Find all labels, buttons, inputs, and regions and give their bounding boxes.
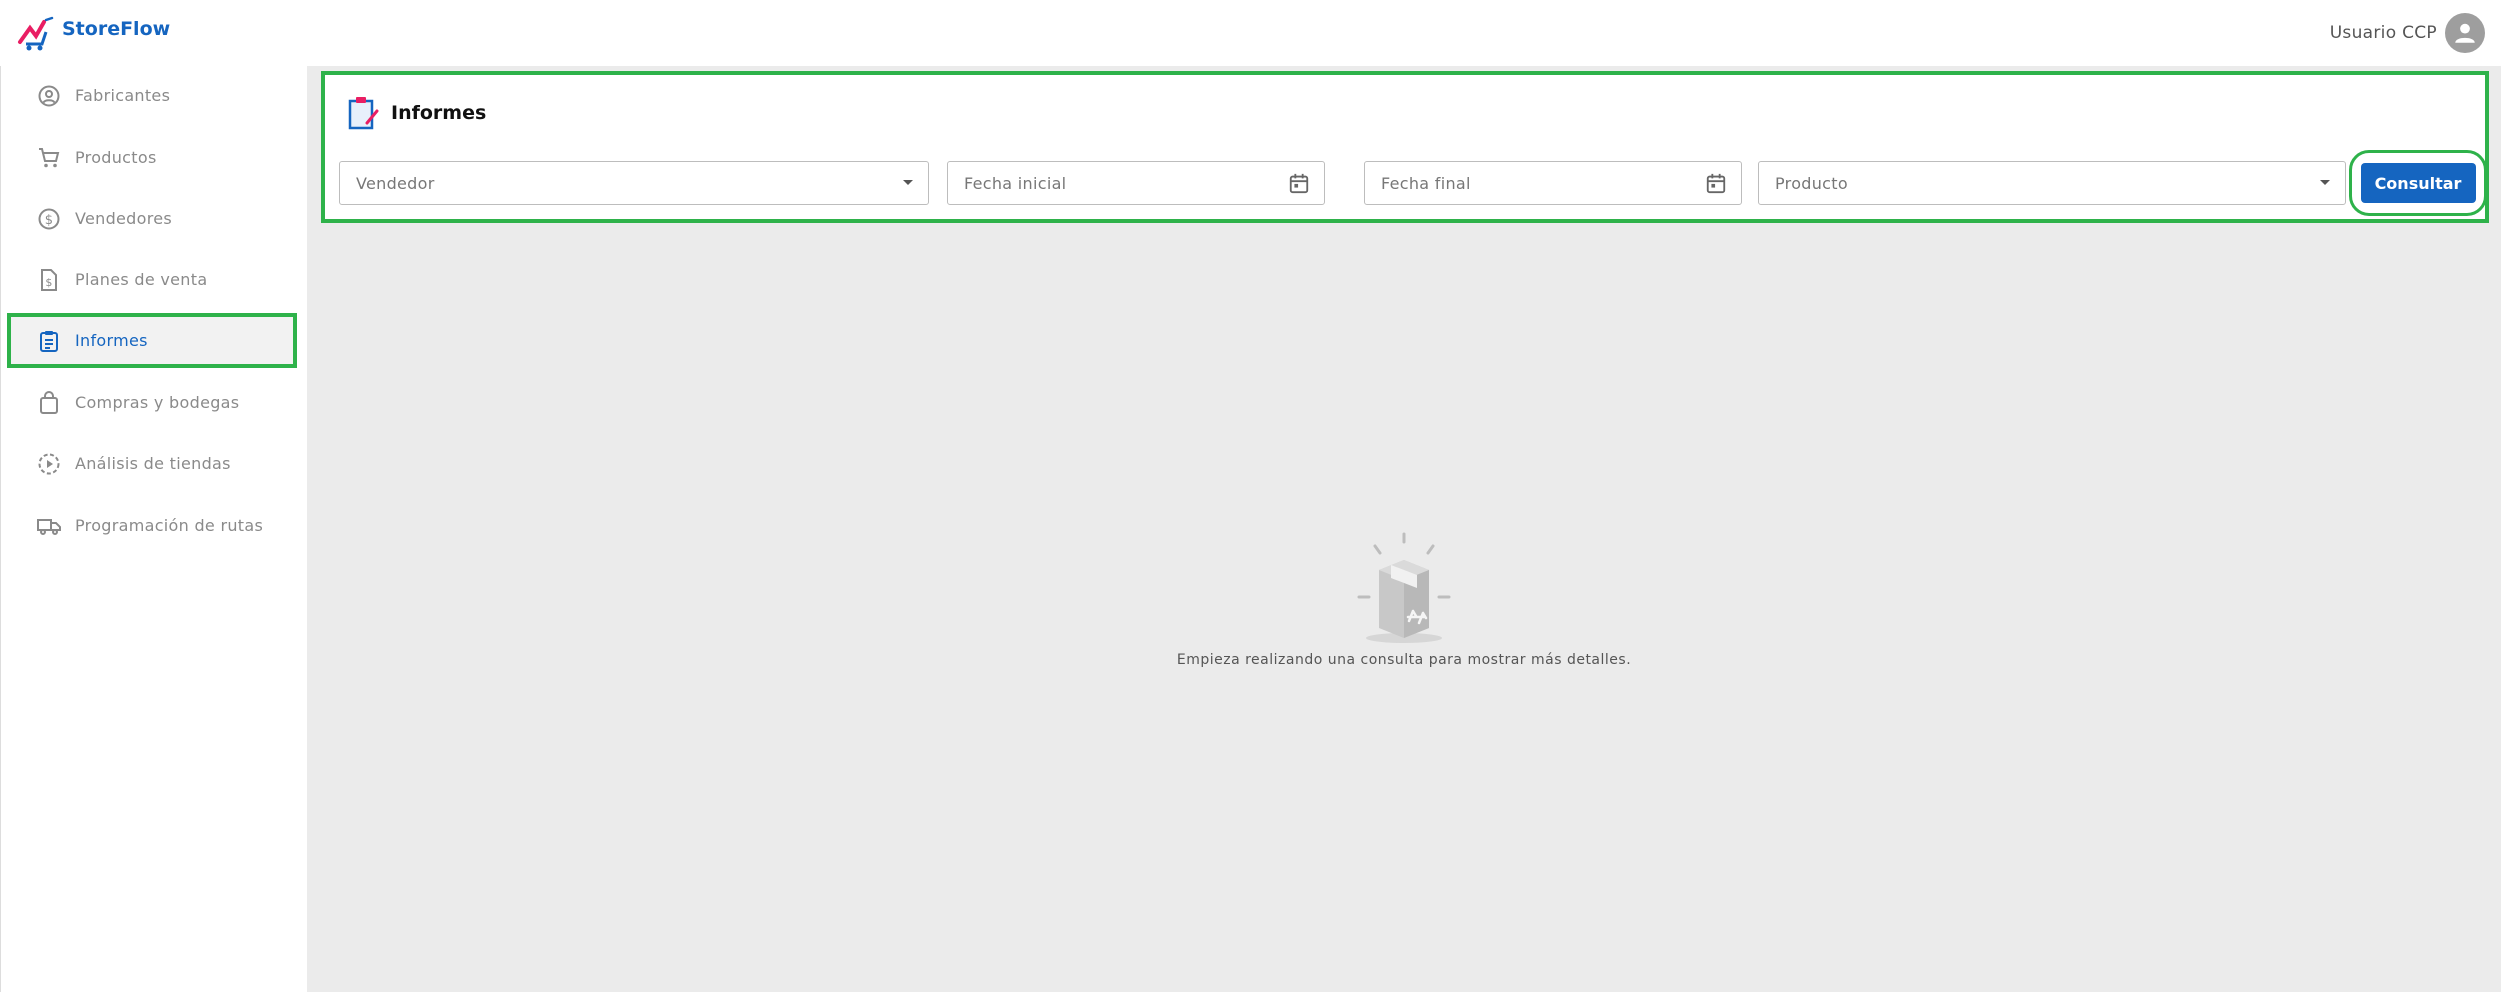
sidebar-item-vendedores[interactable]: $ Vendedores (7, 191, 297, 246)
brand[interactable]: StoreFlow (16, 14, 170, 52)
play-circle-icon (38, 453, 60, 474)
sidebar-item-planes-de-venta[interactable]: $ Planes de venta (7, 252, 297, 307)
avatar-icon[interactable] (2445, 13, 2485, 53)
vendedor-select[interactable]: Vendedor (339, 161, 929, 205)
user-menu[interactable]: Usuario CCP (2330, 13, 2485, 53)
top-bar: StoreFlow Usuario CCP (0, 0, 2501, 66)
calendar-icon[interactable] (1705, 172, 1727, 194)
fecha-final-placeholder: Fecha final (1381, 173, 1471, 193)
page-title-text: Informes (391, 102, 487, 124)
sidebar-item-informes[interactable]: Informes (7, 313, 297, 368)
cart-icon (39, 147, 60, 167)
user-name: Usuario CCP (2329, 23, 2437, 43)
producto-placeholder: Producto (1775, 173, 1848, 193)
sidebar-item-productos[interactable]: Productos (7, 130, 297, 185)
calendar-icon[interactable] (1288, 172, 1310, 194)
sidebar-item-compras-y-bodegas[interactable]: Compras y bodegas (7, 375, 297, 430)
shopping-bag-icon (40, 390, 58, 414)
sidebar: Fabricantes Productos $ Vendedores $ Pla… (0, 66, 307, 992)
consultar-button[interactable]: Consultar (2360, 163, 2476, 203)
sidebar-item-label: Informes (75, 331, 148, 350)
svg-text:$: $ (45, 276, 52, 289)
sidebar-item-label: Vendedores (75, 209, 173, 228)
sidebar-item-label: Programación de rutas (75, 516, 264, 535)
fecha-inicial-field[interactable]: Fecha inicial (947, 161, 1325, 205)
sidebar-item-label: Compras y bodegas (75, 393, 240, 412)
producto-select[interactable]: Producto (1758, 161, 2346, 205)
chevron-down-icon (903, 180, 913, 185)
sidebar-item-fabricantes[interactable]: Fabricantes (7, 68, 297, 123)
sidebar-item-programacion-de-rutas[interactable]: Programación de rutas (7, 498, 297, 553)
empty-state: Empieza realizando una consulta para mos… (307, 526, 2501, 668)
main-content: Informes Vendedor Fecha inicial Fecha fi… (307, 66, 2501, 992)
brand-name: StoreFlow (62, 18, 171, 40)
user-circle-icon (38, 85, 60, 106)
page-title: Informes (347, 95, 486, 131)
empty-state-message: Empieza realizando una consulta para mos… (1176, 652, 1632, 668)
vendedor-placeholder: Vendedor (356, 173, 435, 193)
chevron-down-icon (2320, 180, 2330, 185)
clipboard-icon (40, 330, 58, 352)
consultar-button-highlight: Consultar (2349, 150, 2487, 216)
report-filter-panel: Informes Vendedor Fecha inicial Fecha fi… (321, 71, 2489, 223)
dollar-circle-icon: $ (38, 208, 60, 229)
sidebar-item-label: Fabricantes (75, 86, 171, 105)
sidebar-item-label: Planes de venta (75, 270, 208, 289)
sidebar-item-label: Análisis de tiendas (75, 454, 231, 473)
report-clipboard-icon (348, 97, 379, 130)
svg-text:$: $ (45, 213, 54, 228)
sidebar-item-analisis-de-tiendas[interactable]: Análisis de tiendas (7, 436, 297, 491)
empty-box-icon (1357, 532, 1451, 643)
sidebar-item-label: Productos (75, 148, 157, 167)
fecha-final-field[interactable]: Fecha final (1364, 161, 1742, 205)
fecha-inicial-placeholder: Fecha inicial (964, 173, 1067, 193)
document-dollar-icon: $ (41, 268, 57, 291)
truck-icon (37, 518, 61, 535)
storeflow-logo-icon (18, 16, 54, 51)
